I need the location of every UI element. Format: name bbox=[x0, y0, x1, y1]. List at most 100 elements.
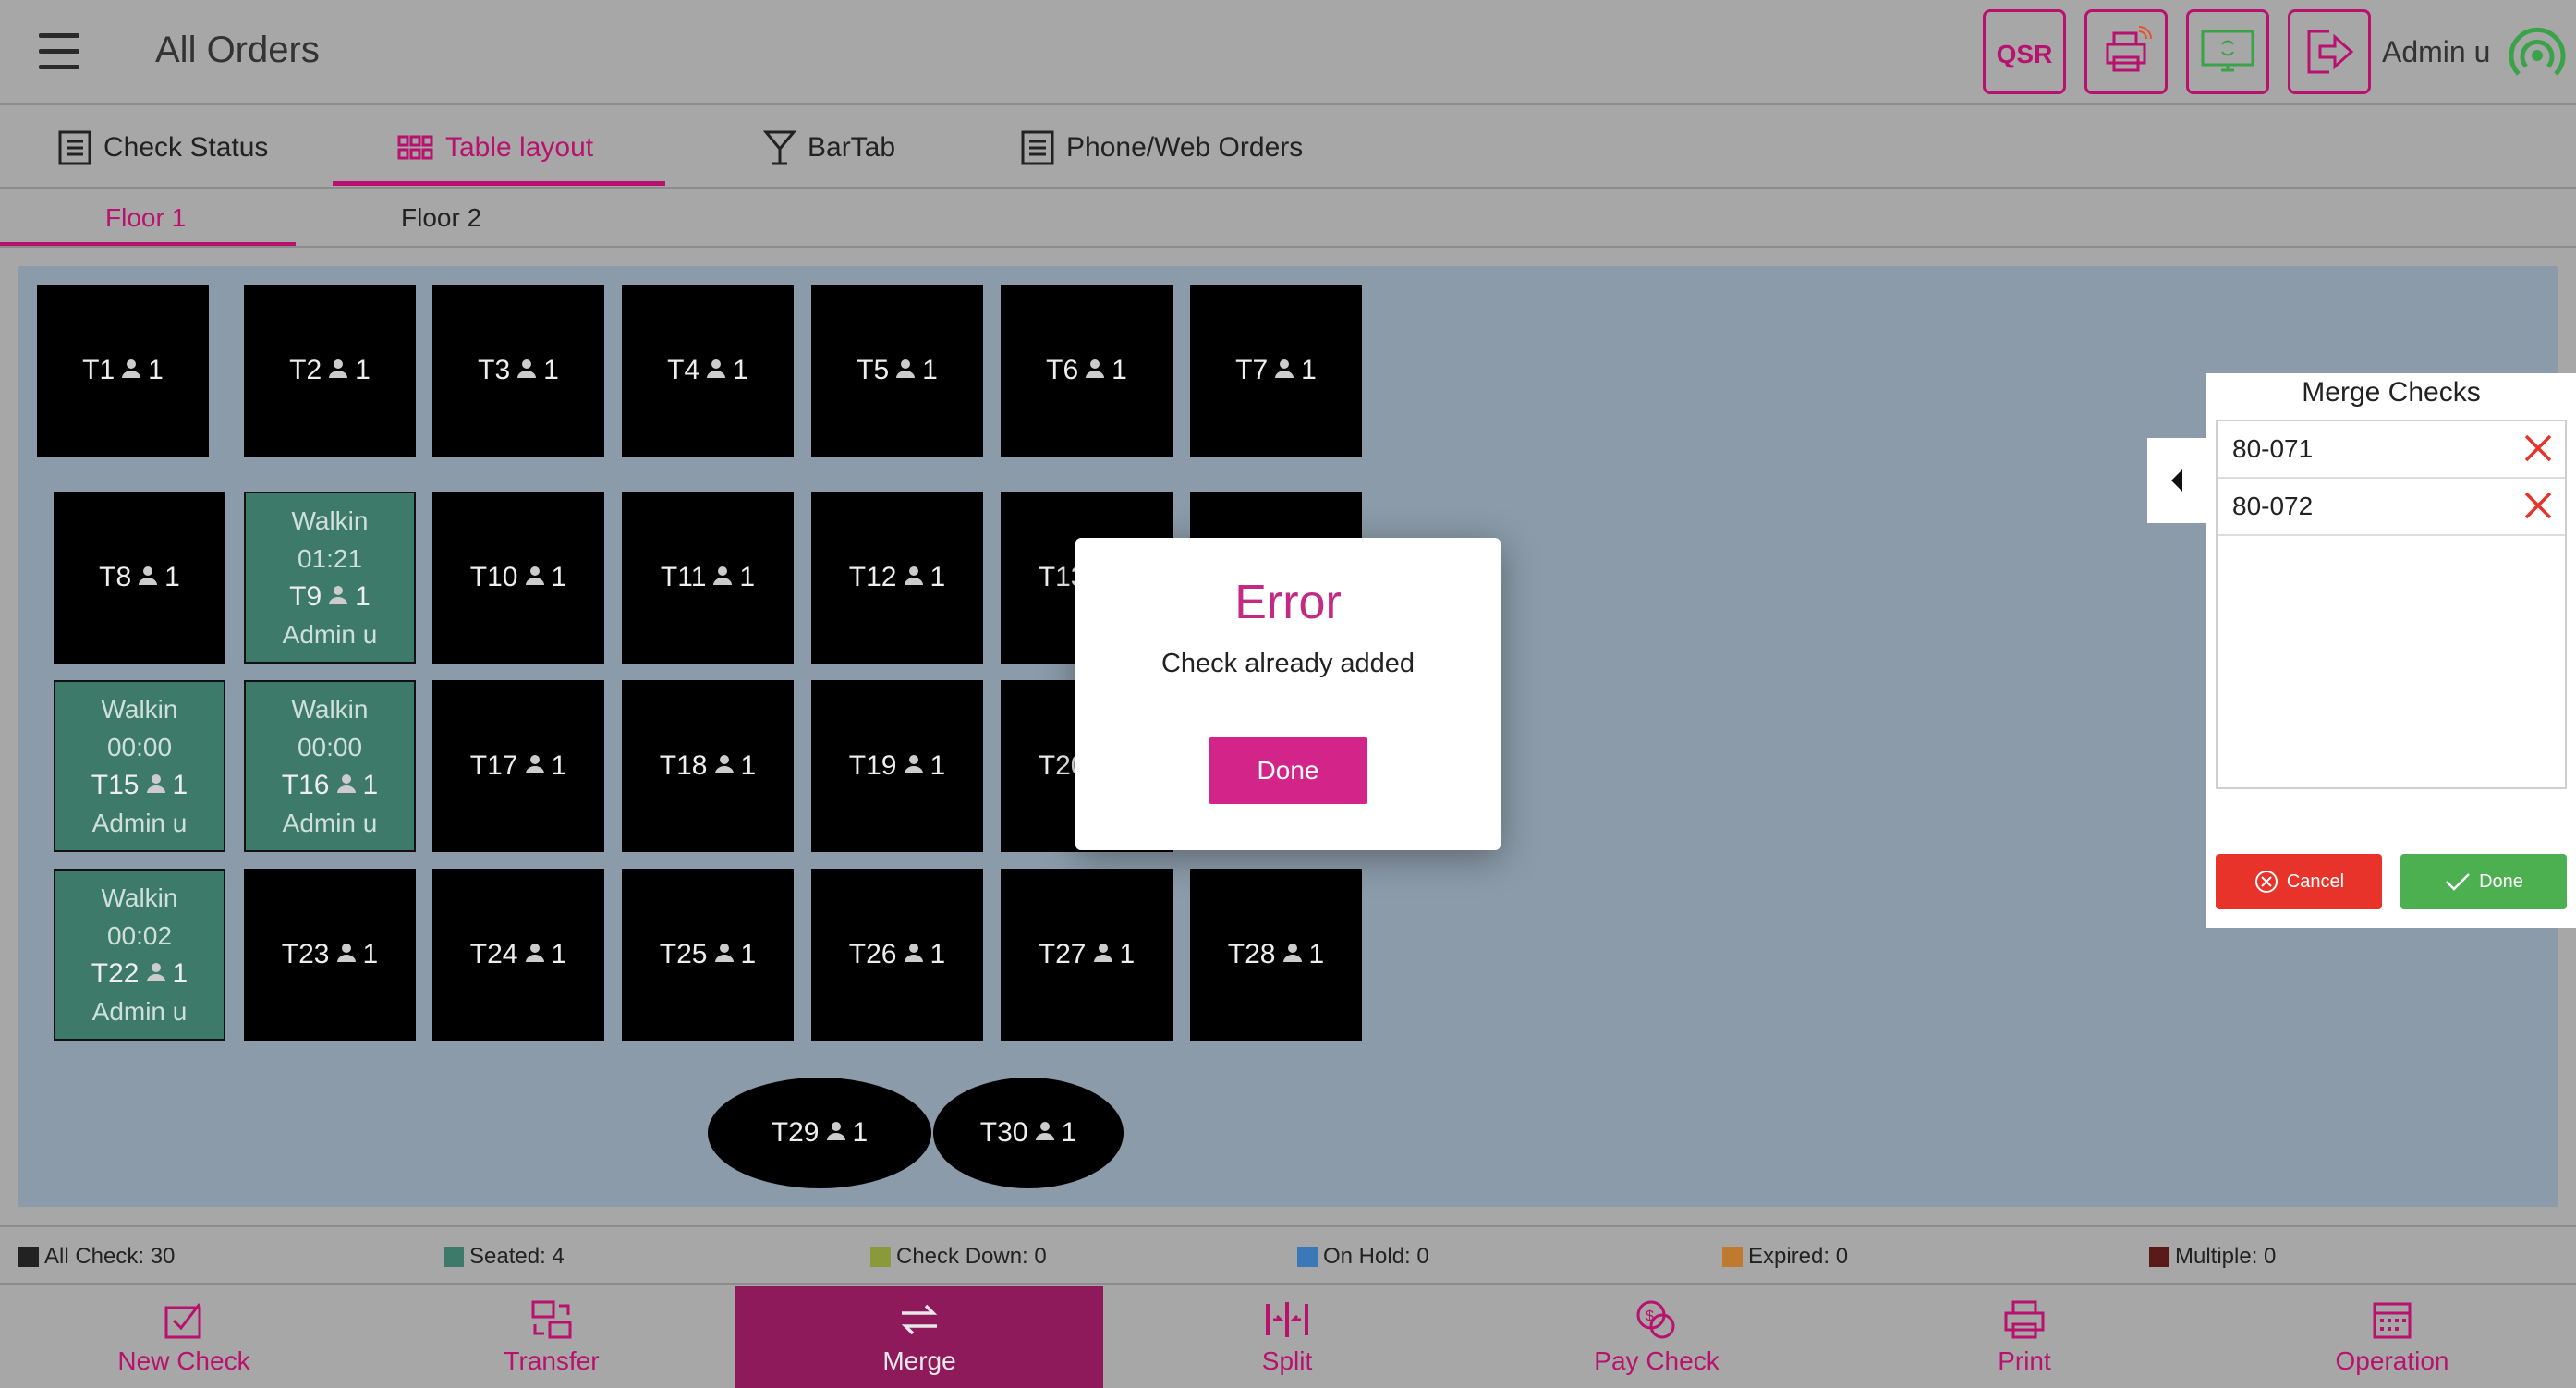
online-signal-icon bbox=[2509, 27, 2566, 76]
table-t26[interactable]: T26 1 bbox=[811, 869, 983, 1041]
receipt-icon bbox=[58, 130, 91, 165]
table-t18[interactable]: T18 1 bbox=[622, 680, 794, 852]
table-t19[interactable]: T19 1 bbox=[811, 680, 983, 852]
printer-icon bbox=[2106, 26, 2152, 72]
person-icon bbox=[524, 750, 546, 782]
legend-all-check: All Check: 30 bbox=[18, 1244, 175, 1270]
legend-swatch bbox=[1722, 1247, 1743, 1267]
tab-floor-2[interactable]: Floor 2 bbox=[401, 203, 481, 233]
bottom-action-bar: New Check Transfer Merge Split $ Pay Che… bbox=[0, 1286, 2576, 1388]
receipt-icon bbox=[1021, 130, 1054, 165]
active-tab-indicator bbox=[333, 181, 665, 186]
remove-check-icon[interactable] bbox=[2522, 432, 2554, 464]
table-t29[interactable]: T29 1 bbox=[708, 1078, 931, 1188]
main-tabs: Check Status Table layout BarTab Phone/W… bbox=[0, 107, 2576, 189]
person-icon bbox=[713, 750, 735, 782]
person-icon bbox=[903, 750, 925, 782]
person-icon bbox=[327, 578, 349, 615]
table-t2[interactable]: T2 1 bbox=[244, 285, 416, 457]
table-t11[interactable]: T11 1 bbox=[622, 492, 794, 664]
person-icon bbox=[524, 562, 546, 593]
table-t8[interactable]: T8 1 bbox=[54, 492, 225, 664]
table-t23[interactable]: T23 1 bbox=[244, 869, 416, 1041]
tab-floor-1[interactable]: Floor 1 bbox=[105, 203, 186, 233]
logout-button[interactable] bbox=[2288, 9, 2371, 94]
split-icon bbox=[1266, 1302, 1308, 1337]
split-button[interactable]: Split bbox=[1103, 1286, 1471, 1388]
grid-icon bbox=[397, 135, 433, 160]
tab-check-status[interactable]: Check Status bbox=[57, 107, 268, 189]
merge-panel-title: Merge Checks bbox=[2302, 377, 2481, 408]
table-t4[interactable]: T4 1 bbox=[622, 285, 794, 457]
table-t22[interactable]: Walkin 00:02 T22 1 Admin u bbox=[54, 869, 225, 1041]
person-icon bbox=[145, 955, 167, 992]
table-t28[interactable]: T28 1 bbox=[1190, 869, 1362, 1041]
status-legend: All Check: 30 Seated: 4 Check Down: 0 On… bbox=[0, 1225, 2576, 1285]
legend-on-hold: On Hold: 0 bbox=[1297, 1244, 1429, 1270]
person-icon bbox=[1034, 1117, 1056, 1149]
person-icon bbox=[524, 939, 546, 970]
legend-swatch bbox=[1297, 1247, 1318, 1267]
table-t9[interactable]: Walkin 01:21 T9 1 Admin u bbox=[244, 492, 416, 664]
table-t7[interactable]: T7 1 bbox=[1190, 285, 1362, 457]
dialog-done-button[interactable]: Done bbox=[1209, 737, 1367, 804]
checkmark-icon bbox=[2446, 873, 2470, 891]
table-t27[interactable]: T27 1 bbox=[1001, 869, 1173, 1041]
table-t1[interactable]: T1 1 bbox=[37, 285, 209, 457]
hamburger-menu-icon[interactable] bbox=[39, 33, 79, 74]
table-t30[interactable]: T30 1 bbox=[933, 1078, 1124, 1188]
table-t12[interactable]: T12 1 bbox=[811, 492, 983, 664]
page-title: All Orders bbox=[155, 30, 320, 70]
person-icon bbox=[137, 562, 159, 593]
dialog-title: Error bbox=[1234, 576, 1342, 629]
remove-check-icon[interactable] bbox=[2522, 490, 2554, 521]
coins-icon: $ bbox=[1636, 1300, 1675, 1339]
person-icon bbox=[825, 1117, 847, 1149]
print-button[interactable]: Print bbox=[1841, 1286, 2208, 1388]
legend-swatch bbox=[2149, 1247, 2169, 1267]
tab-bartab[interactable]: BarTab bbox=[763, 107, 895, 189]
display-sync-button[interactable] bbox=[2186, 9, 2269, 94]
merge-button[interactable]: Merge bbox=[735, 1286, 1103, 1388]
merge-arrows-icon bbox=[901, 1304, 938, 1335]
table-t16[interactable]: Walkin 00:00 T16 1 Admin u bbox=[244, 680, 416, 852]
collapse-panel-button[interactable] bbox=[2147, 438, 2208, 523]
table-t5[interactable]: T5 1 bbox=[811, 285, 983, 457]
legend-seated: Seated: 4 bbox=[444, 1244, 565, 1270]
person-icon bbox=[335, 939, 358, 970]
monitor-sync-icon bbox=[2201, 30, 2254, 72]
table-t10[interactable]: T10 1 bbox=[432, 492, 604, 664]
table-t17[interactable]: T17 1 bbox=[432, 680, 604, 852]
new-check-icon bbox=[164, 1303, 201, 1339]
cocktail-glass-icon bbox=[763, 130, 796, 165]
table-t15[interactable]: Walkin 00:00 T15 1 Admin u bbox=[54, 680, 225, 852]
operation-button[interactable]: Operation bbox=[2208, 1286, 2576, 1388]
legend-expired: Expired: 0 bbox=[1722, 1244, 1848, 1270]
printer-button[interactable] bbox=[2084, 9, 2168, 94]
merge-cancel-button[interactable]: Cancel bbox=[2216, 854, 2382, 909]
person-icon bbox=[711, 562, 734, 593]
pay-check-button[interactable]: $ Pay Check bbox=[1473, 1286, 1841, 1388]
qsr-button[interactable]: QSR bbox=[1983, 9, 2066, 94]
top-bar: All Orders QSR Admin u bbox=[0, 0, 2576, 105]
merge-done-button[interactable]: Done bbox=[2400, 854, 2567, 909]
legend-swatch bbox=[444, 1247, 464, 1267]
table-t24[interactable]: T24 1 bbox=[432, 869, 604, 1041]
table-t25[interactable]: T25 1 bbox=[622, 869, 794, 1041]
caret-left-icon bbox=[2171, 469, 2182, 492]
svg-text:$: $ bbox=[1646, 1309, 1654, 1324]
tab-phone-web-orders[interactable]: Phone/Web Orders bbox=[1020, 107, 1303, 189]
merge-checks-panel: Merge Checks 80-071 80-072 Cancel Done bbox=[2206, 373, 2576, 928]
tab-table-layout[interactable]: Table layout bbox=[397, 107, 593, 189]
transfer-button[interactable]: Transfer bbox=[368, 1286, 735, 1388]
table-t6[interactable]: T6 1 bbox=[1001, 285, 1173, 457]
new-check-button[interactable]: New Check bbox=[0, 1286, 368, 1388]
floor-tabs: Floor 1 Floor 2 bbox=[0, 190, 2576, 248]
person-icon bbox=[1273, 355, 1295, 386]
error-dialog: Error Check already added Done bbox=[1075, 538, 1501, 850]
person-icon bbox=[145, 766, 167, 804]
person-icon bbox=[120, 355, 142, 386]
active-floor-indicator bbox=[0, 242, 296, 246]
transfer-icon bbox=[531, 1300, 572, 1339]
table-t3[interactable]: T3 1 bbox=[432, 285, 604, 457]
